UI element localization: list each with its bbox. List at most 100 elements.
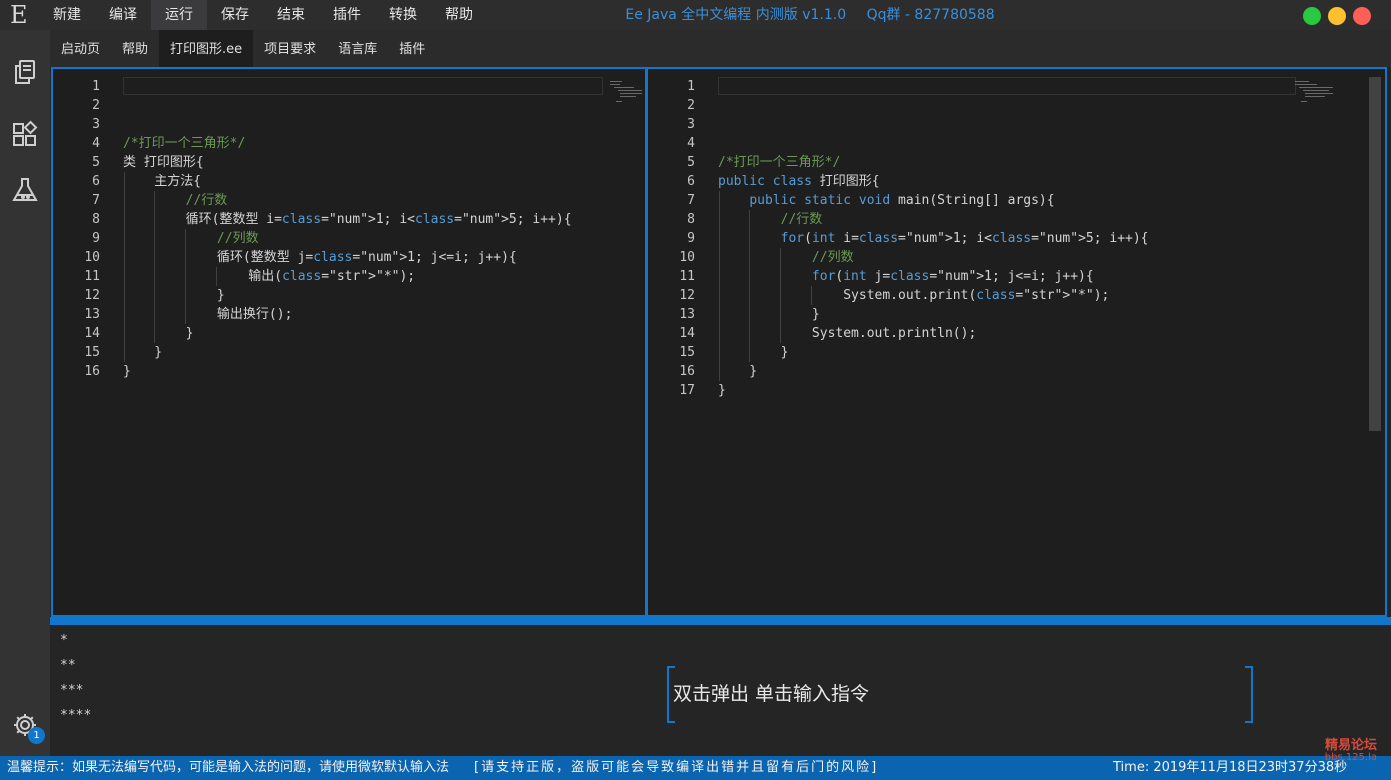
tab[interactable]: 项目要求: [253, 30, 327, 67]
code-line[interactable]: [718, 134, 1149, 153]
code-line[interactable]: }: [123, 343, 572, 362]
code-right[interactable]: /*打印一个三角形*/public class 打印图形{ public sta…: [718, 77, 1149, 400]
status-warning: [请支持正版，盗版可能会导致编译出错并且留有后门的风险]: [474, 760, 879, 775]
app-title: Ee Java 全中文编程 内测版 v1.1.0 Qq群 - 827780588: [540, 0, 1080, 30]
line-number: 16: [84, 364, 100, 379]
menu-item[interactable]: 运行: [151, 0, 207, 30]
code-line[interactable]: public static void main(String[] args){: [718, 191, 1149, 210]
code-line[interactable]: 主方法{: [123, 172, 572, 191]
code-line[interactable]: 循环(整数型 j=class="num">1; j<=i; j++){: [123, 248, 572, 267]
code-line[interactable]: //列数: [718, 248, 1149, 267]
editor-left[interactable]: 1 2 3 4 5 6 7 8 9 10 11 12 13 14 15 16 /*打印一个三角形*/类 打印图…: [51, 67, 647, 617]
right-bracket: [1245, 666, 1253, 723]
code-line[interactable]: }: [123, 362, 572, 381]
editor-right-scrollbar[interactable]: [1369, 77, 1381, 431]
console-panel[interactable]: * ** *** **** 双击弹出 单击输入指令: [50, 625, 1391, 756]
tab[interactable]: 插件: [388, 30, 436, 67]
minimap-left[interactable]: [608, 79, 645, 111]
line-number: 4: [92, 136, 100, 151]
menu-item[interactable]: 新建: [39, 0, 95, 30]
status-bar: 温馨提示：如果无法编写代码，可能是输入法的问题，请使用微软默认输入法 [请支持正…: [0, 756, 1391, 780]
tab[interactable]: 打印图形.ee: [159, 30, 254, 67]
app-logo: E: [10, 1, 28, 29]
line-number: 15: [679, 345, 695, 360]
code-line[interactable]: public class 打印图形{: [718, 172, 1149, 191]
console-output-line: ***: [60, 683, 84, 698]
line-number: 8: [92, 212, 100, 227]
code-line[interactable]: 输出(class="str">"*");: [123, 267, 572, 286]
line-number: 5: [687, 155, 695, 170]
line-number: 15: [84, 345, 100, 360]
line-number: 7: [687, 193, 695, 208]
line-numbers-left: 1 2 3 4 5 6 7 8 9 10 11 12 13 14 15 16: [53, 77, 100, 381]
close-button[interactable]: [1353, 7, 1371, 25]
status-tip: 温馨提示：如果无法编写代码，可能是输入法的问题，请使用微软默认输入法: [7, 760, 450, 775]
code-line[interactable]: /*打印一个三角形*/: [123, 134, 572, 153]
line-number: 1: [687, 79, 695, 94]
code-line[interactable]: for(int j=class="num">1; j<=i; j++){: [718, 267, 1149, 286]
code-line[interactable]: 循环(整数型 i=class="num">1; i<class="num">5;…: [123, 210, 572, 229]
explorer-icon[interactable]: [11, 58, 39, 86]
code-line[interactable]: System.out.print(class="str">"*");: [718, 286, 1149, 305]
code-line[interactable]: /*打印一个三角形*/: [718, 153, 1149, 172]
line-numbers-right: 1 2 3 4 5 6 7 8 9 10 11 12 13 14 15 16 17: [648, 77, 695, 400]
code-line[interactable]: [123, 96, 572, 115]
line-number: 1: [92, 79, 100, 94]
editor-right[interactable]: 1 2 3 4 5 6 7 8 9 10 11 12 13 14 15 16 17 /*打印一个三角形*/pub…: [646, 67, 1387, 617]
code-line[interactable]: [123, 77, 572, 96]
code-line[interactable]: }: [718, 362, 1149, 381]
code-line[interactable]: for(int i=class="num">1; i<class="num">5…: [718, 229, 1149, 248]
line-number: 10: [84, 250, 100, 265]
panel-divider[interactable]: [50, 617, 1391, 625]
menu-item[interactable]: 保存: [207, 0, 263, 30]
maximize-button[interactable]: [1303, 7, 1321, 25]
console-output-line: **: [60, 658, 76, 673]
line-number: 6: [687, 174, 695, 189]
qq-group-text: Qq群 - 827780588: [866, 7, 995, 23]
menu-item[interactable]: 编译: [95, 0, 151, 30]
code-line[interactable]: }: [718, 381, 1149, 400]
line-number: 7: [92, 193, 100, 208]
extensions-icon[interactable]: [11, 120, 39, 148]
menu-item[interactable]: 帮助: [431, 0, 487, 30]
code-line[interactable]: //列数: [123, 229, 572, 248]
line-number: 11: [679, 269, 695, 284]
code-line[interactable]: [123, 115, 572, 134]
code-line[interactable]: [718, 115, 1149, 134]
code-left[interactable]: /*打印一个三角形*/类 打印图形{ 主方法{ //行数 循环(整数型 i=cl…: [123, 77, 572, 381]
menu-item[interactable]: 转换: [375, 0, 431, 30]
code-line[interactable]: //行数: [718, 210, 1149, 229]
tab[interactable]: 语言库: [327, 30, 388, 67]
code-line[interactable]: //行数: [123, 191, 572, 210]
code-line[interactable]: [718, 77, 1149, 96]
tab[interactable]: 启动页: [50, 30, 111, 67]
code-line[interactable]: }: [123, 324, 572, 343]
line-number: 12: [679, 288, 695, 303]
minimize-button[interactable]: [1328, 7, 1346, 25]
menu-item[interactable]: 结束: [263, 0, 319, 30]
title-bar: E 新建 编译 运行 保存 结束 插件 转换 帮助 Ee Java 全中文编程 内测版 v1.…: [0, 0, 1391, 30]
line-number: 8: [687, 212, 695, 227]
app-title-text: Ee Java 全中文编程 内测版 v1.1.0: [625, 7, 847, 23]
minimap-right[interactable]: [1293, 79, 1339, 111]
line-number: 10: [679, 250, 695, 265]
line-number: 13: [84, 307, 100, 322]
code-line[interactable]: 类 打印图形{: [123, 153, 572, 172]
code-line[interactable]: }: [718, 305, 1149, 324]
command-input-box[interactable]: 双击弹出 单击输入指令: [667, 666, 1253, 723]
tab[interactable]: 帮助: [111, 30, 159, 67]
code-line[interactable]: }: [123, 286, 572, 305]
console-output-line: ****: [60, 708, 92, 723]
code-line[interactable]: }: [718, 343, 1149, 362]
status-time: Time: 2019年11月18日23时37分38秒: [1113, 760, 1348, 775]
console-output-line: *: [60, 633, 68, 648]
flask-icon[interactable]: [11, 176, 39, 204]
line-number: 2: [687, 98, 695, 113]
watermark-text: 精易论坛: [1324, 738, 1377, 753]
code-line[interactable]: [718, 96, 1149, 115]
line-number: 2: [92, 98, 100, 113]
code-line[interactable]: System.out.println();: [718, 324, 1149, 343]
line-number: 11: [84, 269, 100, 284]
code-line[interactable]: 输出换行();: [123, 305, 572, 324]
menu-item[interactable]: 插件: [319, 0, 375, 30]
